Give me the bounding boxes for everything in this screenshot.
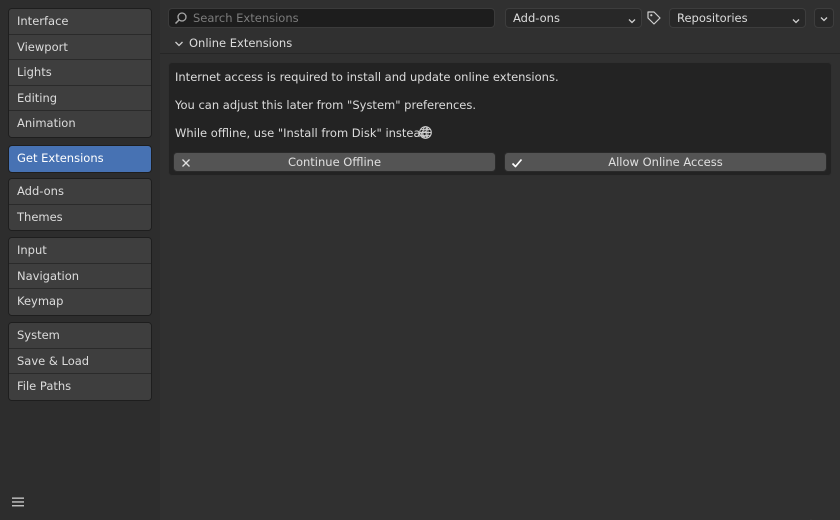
search-field[interactable]: [168, 8, 495, 28]
section-title: Online Extensions: [189, 36, 293, 50]
tag-icon: [645, 11, 663, 31]
sidebar-item-animation[interactable]: Animation: [9, 111, 151, 137]
repository-filter-dropdown[interactable]: Repositories: [669, 8, 806, 28]
type-filter-dropdown[interactable]: Add-ons: [505, 8, 642, 28]
chevron-down-icon: [791, 13, 801, 24]
info-text-offline: While offline, use "Install from Disk" i…: [175, 126, 432, 140]
type-filter-label: Add-ons: [513, 11, 560, 25]
nav-group-display: Interface Viewport Lights Editing Animat…: [8, 8, 152, 138]
sidebar-item-keymap[interactable]: Keymap: [9, 289, 151, 315]
extensions-main: Add-ons Repositories: [160, 0, 840, 520]
chevron-down-icon: [627, 13, 637, 24]
allow-online-access-button[interactable]: Allow Online Access: [504, 152, 827, 172]
globe-icon: [418, 125, 433, 140]
sidebar-item-navigation[interactable]: Navigation: [9, 263, 151, 289]
sidebar-item-save-load[interactable]: Save & Load: [9, 348, 151, 374]
sidebar-item-editing[interactable]: Editing: [9, 85, 151, 111]
info-text-internet: Internet access is required to install a…: [175, 70, 559, 84]
extensions-toolbar: Add-ons Repositories: [168, 8, 834, 28]
repository-filter-label: Repositories: [677, 11, 748, 25]
online-access-panel: Internet access is required to install a…: [168, 62, 832, 176]
close-icon: [180, 156, 192, 168]
sidebar-item-lights[interactable]: Lights: [9, 60, 151, 86]
nav-group-addons: Add-ons Themes: [8, 178, 152, 231]
chevron-down-icon: [174, 38, 184, 48]
sidebar-item-viewport[interactable]: Viewport: [9, 34, 151, 60]
nav-group-extensions: Get Extensions: [8, 145, 152, 173]
continue-offline-button[interactable]: Continue Offline: [173, 152, 496, 172]
sidebar-item-file-paths[interactable]: File Paths: [9, 374, 151, 400]
sidebar-item-system[interactable]: System: [9, 323, 151, 349]
sidebar-item-input[interactable]: Input: [9, 238, 151, 264]
options-dropdown-button[interactable]: [814, 8, 834, 28]
tag-filter-button[interactable]: [645, 8, 663, 28]
menu-icon[interactable]: [10, 494, 26, 510]
sidebar-item-themes[interactable]: Themes: [9, 204, 151, 230]
search-input[interactable]: [193, 10, 483, 26]
info-text-adjust: You can adjust this later from "System" …: [175, 98, 477, 112]
allow-online-access-label: Allow Online Access: [608, 155, 723, 169]
chevron-up-icon[interactable]: [804, 514, 818, 520]
checkmark-icon: [511, 156, 523, 168]
chevron-down-icon: [819, 13, 829, 27]
nav-group-input: Input Navigation Keymap: [8, 237, 152, 316]
online-extensions-header[interactable]: Online Extensions: [160, 32, 840, 54]
search-icon: [174, 11, 188, 25]
continue-offline-label: Continue Offline: [287, 155, 382, 169]
sidebar-item-get-extensions[interactable]: Get Extensions: [9, 146, 151, 172]
nav-group-system: System Save & Load File Paths: [8, 322, 152, 401]
sidebar-item-add-ons[interactable]: Add-ons: [9, 179, 151, 205]
sidebar-item-interface[interactable]: Interface: [9, 9, 151, 35]
preferences-sidebar: Interface Viewport Lights Editing Animat…: [0, 0, 160, 520]
